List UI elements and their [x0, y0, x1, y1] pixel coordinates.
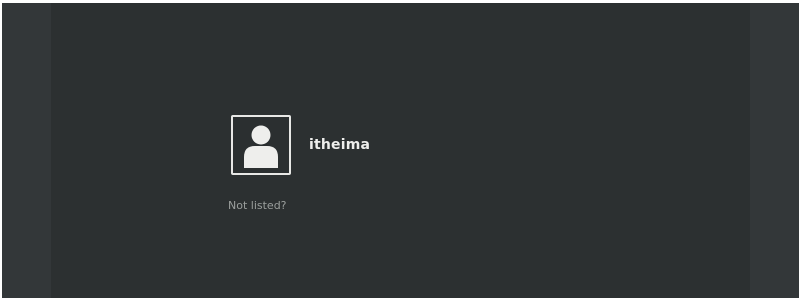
user-avatar: [231, 115, 291, 175]
not-listed-link[interactable]: Not listed?: [228, 199, 287, 212]
login-screen: itheima Not listed?: [2, 3, 799, 298]
right-shade-panel: [750, 3, 799, 298]
login-panel: [51, 3, 750, 298]
username-label: itheima: [309, 137, 371, 153]
user-silhouette-icon: [244, 125, 278, 168]
left-shade-panel: [2, 3, 51, 298]
user-list-item[interactable]: itheima: [231, 115, 370, 175]
